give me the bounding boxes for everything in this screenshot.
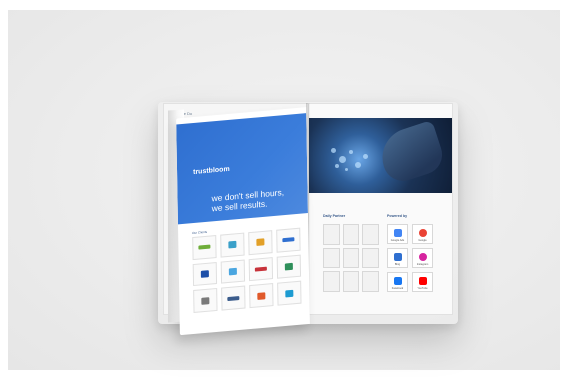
grid-cell [362,247,379,269]
client-logo-tile [193,288,218,313]
google-icon [418,228,427,237]
client-logo-icon [228,267,237,276]
client-logo-tile [249,283,274,309]
grid-cell [323,271,340,292]
partner-label: Google [418,239,427,242]
partner-tile-google: Google [412,224,433,244]
grid-cell [323,247,340,269]
partner-tile-facebook: Facebook [387,272,408,292]
client-logo-icon [284,262,293,271]
grid-cell [342,224,360,245]
grid-cell [342,247,360,269]
client-logo-icon [285,289,294,298]
client-logo-tile [192,261,218,287]
client-logo-icon [227,295,240,301]
hero-photo [309,118,452,193]
partner-label: Facebook [391,287,404,290]
client-logo-icon [254,266,267,272]
partner-tile-instagram: Instagram [412,248,433,268]
front-left-page: trustbloom we don't sell hours, we sell … [176,107,310,336]
partner-label: YouTube [417,287,428,290]
client-logo-tile [220,259,246,284]
brochure-scene: We Do Daily Partner Powered by Google Ad… [8,10,560,370]
client-logo-tile [277,280,302,306]
hand-image [374,119,448,187]
client-logo-icon [257,291,266,300]
daily-partner-label: Daily Partner [323,214,346,218]
clients-caption: Our Clients [192,229,208,236]
right-page: Daily Partner Powered by Google Ads Googl… [308,103,453,315]
client-logo-icon [198,244,211,250]
partner-label: Bing [394,263,401,266]
client-logo-tile [276,227,301,253]
client-logo-tile [192,235,217,260]
client-logo-grid [192,227,302,313]
partner-label: Google Ads [390,239,405,242]
partner-tile-youtube: YouTube [412,272,433,292]
partner-grid: Google Ads Google Bing Instagram Facebook You… [387,224,433,292]
bing-icon [393,252,402,261]
partner-tile-bing: Bing [387,248,408,268]
client-logo-icon [228,241,237,249]
instagram-icon [418,252,427,261]
client-logo-icon [200,270,209,278]
client-logo-tile [248,256,274,282]
grid-cell [362,271,379,292]
client-logo-icon [282,237,295,243]
grid-cell [342,271,360,292]
client-logo-tile [221,285,246,311]
placeholder-grid [323,224,379,292]
youtube-icon [418,276,427,285]
partner-tile-google-ads: Google Ads [387,224,408,244]
powered-by-label: Powered by [387,214,408,218]
grid-cell [362,224,379,245]
google-ads-icon [393,228,402,237]
facebook-icon [393,276,402,285]
client-logo-tile [220,232,245,258]
client-logo-icon [256,238,265,247]
client-logo-tile [276,254,302,280]
partner-label: Instagram [416,263,429,266]
client-logo-icon [201,296,210,305]
client-logo-tile [248,230,273,255]
grid-cell [323,224,340,245]
